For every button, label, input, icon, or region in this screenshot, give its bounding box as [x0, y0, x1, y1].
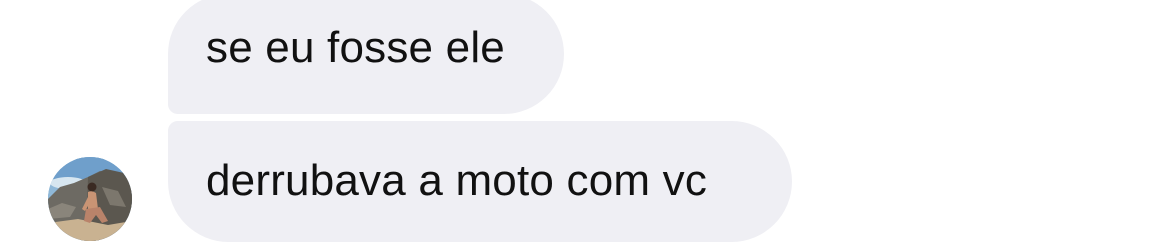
message-bubble[interactable]: se eu fosse ele: [168, 0, 564, 114]
message-text: se eu fosse ele: [206, 23, 505, 72]
message-text: derrubava a moto com vc: [206, 156, 708, 205]
avatar-photo-icon: [48, 157, 132, 241]
sender-avatar[interactable]: [48, 157, 132, 241]
message-bubble[interactable]: derrubava a moto com vc: [168, 121, 792, 242]
